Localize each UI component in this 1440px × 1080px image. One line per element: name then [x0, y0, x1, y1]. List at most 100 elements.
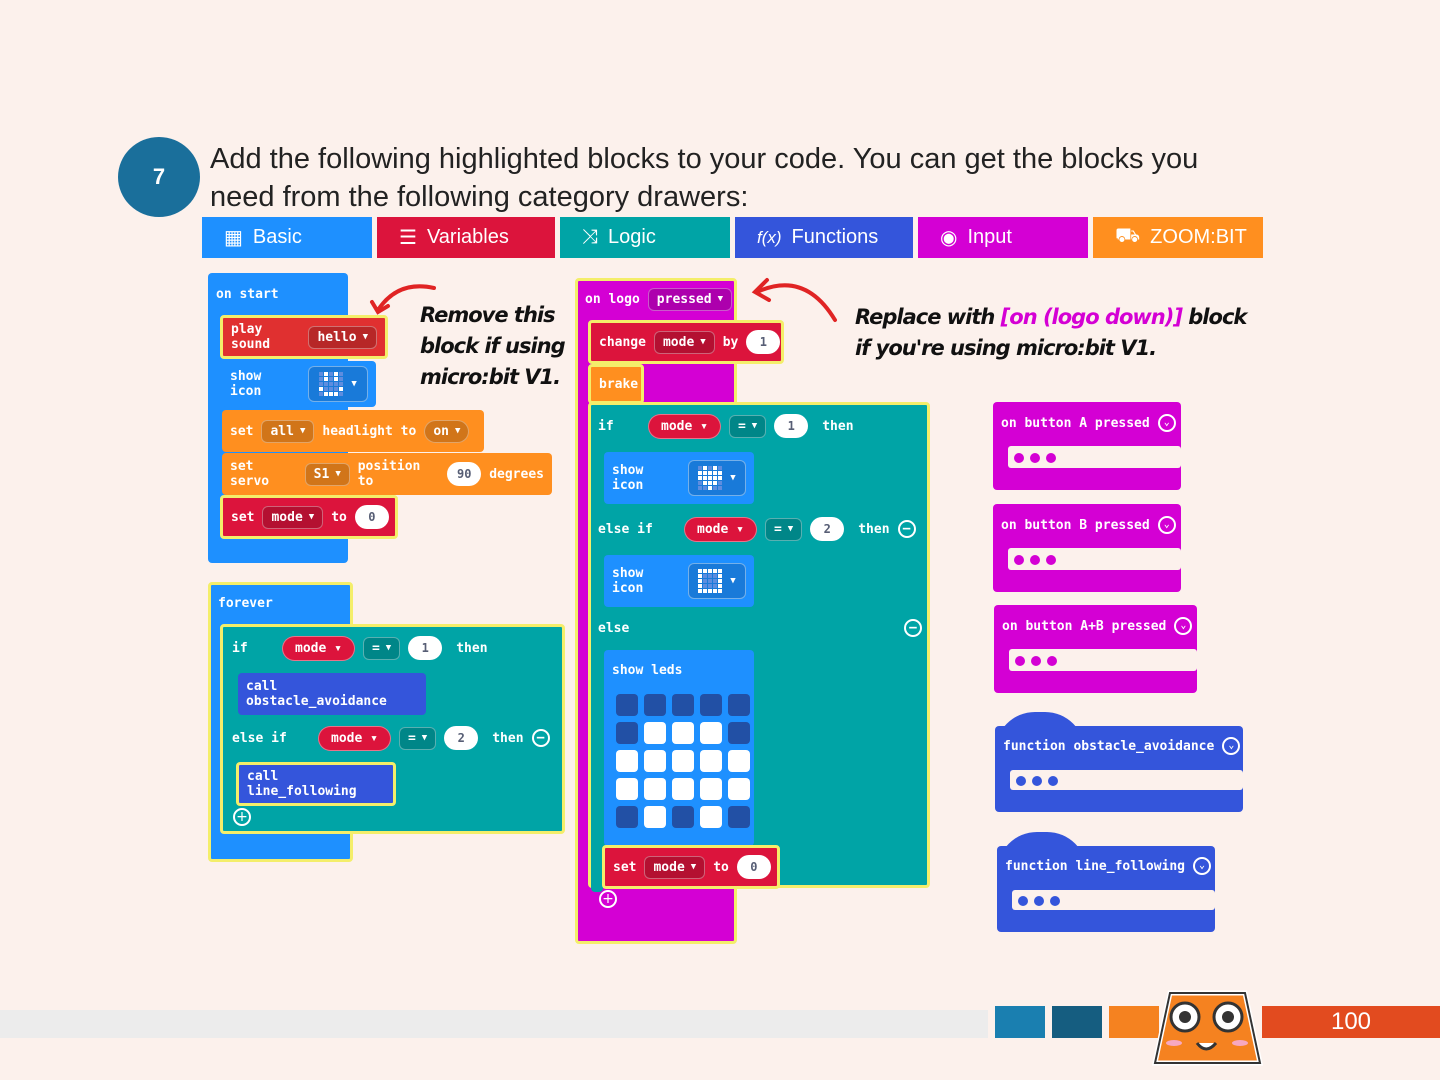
operator-dropdown[interactable]: = ▼	[728, 414, 767, 438]
mode-variable-pill[interactable]: mode ▾	[318, 725, 391, 751]
play-sound-block[interactable]: play sound hello ▼	[220, 315, 388, 359]
category-logic[interactable]: ⤨ Logic	[560, 217, 730, 258]
operator-dropdown[interactable]: = ▼	[362, 636, 401, 660]
init-value-input[interactable]: 0	[354, 505, 389, 529]
led-cell[interactable]	[616, 806, 638, 828]
ellipsis-icon[interactable]	[1008, 552, 1062, 568]
remove-else-icon[interactable]: −	[904, 619, 922, 637]
if-label: if	[232, 640, 248, 656]
play-sound-label: play sound	[231, 322, 271, 352]
variable-dropdown[interactable]: mode ▼	[262, 505, 324, 529]
led-cell[interactable]	[700, 806, 722, 828]
category-functions[interactable]: f(x) Functions	[735, 217, 913, 258]
mode-variable-pill[interactable]: mode ▾	[282, 635, 355, 661]
variable-dropdown[interactable]: mode ▼	[653, 330, 715, 354]
compare-value-1[interactable]: 1	[408, 636, 443, 660]
led-cell[interactable]	[616, 778, 638, 800]
chevron-down-circle-icon[interactable]: ⌄	[1174, 617, 1193, 635]
category-variables[interactable]: ☰ Variables	[377, 217, 555, 258]
ellipsis-icon[interactable]	[1010, 773, 1064, 789]
arrow-left-icon	[370, 284, 436, 315]
show-icon-square-block[interactable]: show icon ▼	[604, 555, 754, 607]
call-obstacle-block[interactable]: call obstacle_avoidance	[238, 673, 426, 715]
compare-value-2[interactable]: 2	[810, 517, 845, 541]
ellipsis-icon[interactable]	[1008, 450, 1062, 466]
remove-branch-icon[interactable]: −	[531, 729, 550, 747]
else-if-label: else if	[598, 521, 653, 537]
show-leds-block[interactable]: show leds	[604, 650, 754, 846]
variable-dropdown[interactable]: mode ▼	[644, 855, 706, 879]
led-grid[interactable]	[616, 694, 750, 828]
led-cell[interactable]	[728, 778, 750, 800]
footer-bar	[0, 1010, 988, 1038]
icon-picker[interactable]: ▼	[308, 366, 368, 402]
led-cell[interactable]	[700, 722, 722, 744]
led-cell[interactable]	[644, 694, 666, 716]
chevron-down-circle-icon[interactable]: ⌄	[1222, 737, 1241, 755]
category-basic[interactable]: ▦ Basic	[202, 217, 372, 258]
chevron-down-circle-icon[interactable]: ⌄	[1157, 516, 1176, 534]
led-cell[interactable]	[672, 778, 694, 800]
headlight-select[interactable]: all ▼	[261, 419, 315, 443]
remove-branch-icon[interactable]: −	[897, 520, 916, 538]
headlight-block[interactable]: set all ▼ headlight to on ▼	[222, 410, 484, 452]
headlight-state-dropdown[interactable]: on ▼	[424, 419, 470, 443]
servo-block[interactable]: set servo S1 ▼ position to 90 degrees	[222, 453, 552, 495]
logo-event-dropdown[interactable]: pressed ▼	[647, 287, 733, 311]
by-value-input[interactable]: 1	[746, 330, 781, 354]
compare-expression[interactable]: mode ▾ = ▼ 2	[678, 512, 851, 546]
operator-dropdown[interactable]: = ▼	[398, 726, 437, 750]
degrees-input[interactable]: 90	[447, 462, 482, 486]
led-cell[interactable]	[644, 722, 666, 744]
chevron-down-circle-icon[interactable]: ⌄	[1157, 414, 1176, 432]
mode-variable-pill[interactable]: mode ▾	[648, 413, 721, 439]
operator-dropdown[interactable]: = ▼	[764, 517, 803, 541]
led-cell[interactable]	[616, 694, 638, 716]
change-mode-block[interactable]: change mode ▼ by 1	[588, 320, 784, 364]
led-cell[interactable]	[644, 778, 666, 800]
operator-value: =	[407, 730, 416, 746]
category-variables-label: Variables	[426, 226, 509, 248]
led-cell[interactable]	[616, 750, 638, 772]
variable-value: mode	[662, 334, 695, 350]
led-cell[interactable]	[728, 750, 750, 772]
category-zoombit[interactable]: ⛟ ZOOM:BIT	[1093, 217, 1263, 258]
mode-variable-pill[interactable]: mode ▾	[684, 516, 757, 542]
brake-block[interactable]: brake	[588, 364, 644, 404]
led-cell[interactable]	[644, 806, 666, 828]
show-icon-heart-block[interactable]: show icon ▼	[604, 452, 754, 504]
led-cell[interactable]	[672, 750, 694, 772]
set-mode-block[interactable]: set mode ▼ to 0	[220, 495, 398, 539]
led-cell[interactable]	[672, 694, 694, 716]
icon-picker[interactable]: ▼	[688, 460, 746, 496]
ellipsis-icon[interactable]	[1009, 653, 1063, 669]
icon-picker[interactable]: ▼	[688, 563, 746, 599]
ellipsis-icon[interactable]	[1012, 893, 1066, 909]
led-cell[interactable]	[644, 750, 666, 772]
call-line-following-block[interactable]: call line_following	[236, 762, 396, 806]
add-branch-icon[interactable]: +	[233, 808, 251, 826]
set-mode-zero-block[interactable]: set mode ▼ to 0	[602, 845, 780, 889]
compare-expression[interactable]: mode ▾ = ▼ 1	[276, 631, 449, 665]
led-cell[interactable]	[616, 722, 638, 744]
led-cell[interactable]	[672, 806, 694, 828]
set-value-input[interactable]: 0	[736, 855, 771, 879]
headlight-select-value: all	[270, 423, 294, 439]
chevron-down-circle-icon[interactable]: ⌄	[1193, 857, 1212, 875]
compare-expression[interactable]: mode ▾ = ▼ 1	[642, 409, 815, 443]
led-cell[interactable]	[728, 694, 750, 716]
compare-expression[interactable]: mode ▾ = ▼ 2	[312, 721, 485, 755]
led-cell[interactable]	[700, 694, 722, 716]
led-cell[interactable]	[728, 806, 750, 828]
led-cell[interactable]	[728, 722, 750, 744]
show-icon-block[interactable]: show icon ▼	[222, 361, 376, 407]
compare-value-2[interactable]: 2	[444, 726, 479, 750]
led-cell[interactable]	[672, 722, 694, 744]
servo-dropdown[interactable]: S1 ▼	[304, 462, 350, 486]
led-cell[interactable]	[700, 778, 722, 800]
sound-dropdown[interactable]: hello ▼	[308, 325, 377, 349]
category-input[interactable]: ◉ Input	[918, 217, 1088, 258]
compare-value-1[interactable]: 1	[774, 414, 809, 438]
led-cell[interactable]	[700, 750, 722, 772]
add-branch-icon[interactable]: +	[599, 890, 617, 908]
